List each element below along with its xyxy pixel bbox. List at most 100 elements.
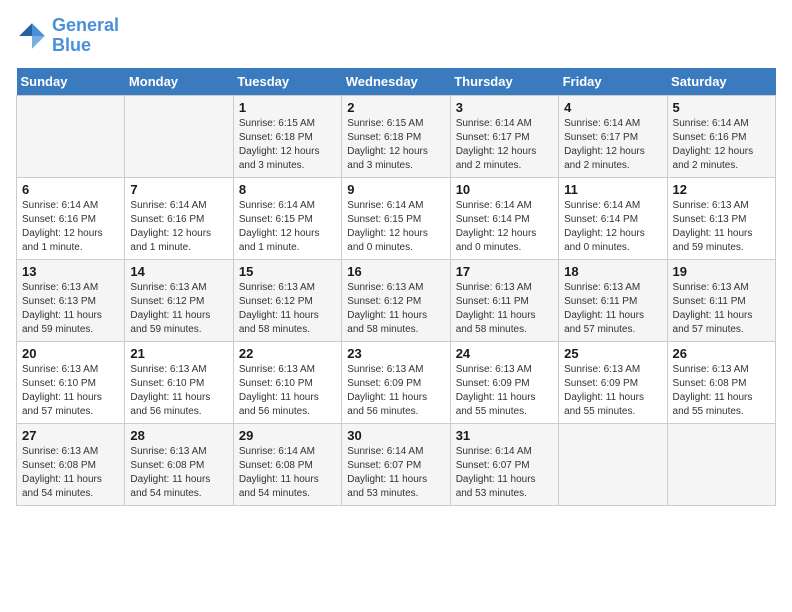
day-info: Sunrise: 6:13 AMSunset: 6:09 PMDaylight:… [456, 363, 553, 419]
day-info: Sunrise: 6:14 AMSunset: 6:14 PMDaylight:… [564, 199, 661, 255]
calendar-cell: 9 Sunrise: 6:14 AMSunset: 6:15 PMDaylight… [342, 177, 450, 259]
day-info: Sunrise: 6:13 AMSunset: 6:11 PMDaylight:… [456, 281, 553, 337]
calendar-cell [125, 95, 233, 177]
day-number: 21 [130, 346, 227, 361]
calendar-cell: 31 Sunrise: 6:14 AMSunset: 6:07 PMDayligh… [450, 423, 558, 505]
calendar-cell: 19 Sunrise: 6:13 AMSunset: 6:11 PMDayligh… [667, 259, 775, 341]
calendar-cell: 26 Sunrise: 6:13 AMSunset: 6:08 PMDayligh… [667, 341, 775, 423]
day-number: 8 [239, 182, 336, 197]
day-number: 10 [456, 182, 553, 197]
day-info: Sunrise: 6:13 AMSunset: 6:08 PMDaylight:… [22, 445, 119, 501]
calendar-cell: 7 Sunrise: 6:14 AMSunset: 6:16 PMDaylight… [125, 177, 233, 259]
day-info: Sunrise: 6:15 AMSunset: 6:18 PMDaylight:… [347, 117, 444, 173]
day-info: Sunrise: 6:14 AMSunset: 6:08 PMDaylight:… [239, 445, 336, 501]
day-info: Sunrise: 6:13 AMSunset: 6:12 PMDaylight:… [130, 281, 227, 337]
weekday-header-monday: Monday [125, 68, 233, 96]
day-info: Sunrise: 6:13 AMSunset: 6:10 PMDaylight:… [22, 363, 119, 419]
weekday-header-friday: Friday [559, 68, 667, 96]
day-number: 28 [130, 428, 227, 443]
day-number: 2 [347, 100, 444, 115]
day-info: Sunrise: 6:14 AMSunset: 6:16 PMDaylight:… [22, 199, 119, 255]
calendar-cell [667, 423, 775, 505]
day-number: 5 [673, 100, 770, 115]
calendar-cell: 21 Sunrise: 6:13 AMSunset: 6:10 PMDayligh… [125, 341, 233, 423]
day-info: Sunrise: 6:14 AMSunset: 6:07 PMDaylight:… [456, 445, 553, 501]
day-number: 1 [239, 100, 336, 115]
calendar-cell: 22Sunrise: 6:13 AMSunset: 6:10 PMDayligh… [233, 341, 341, 423]
logo: General Blue [16, 16, 119, 56]
calendar-row-0: 1 Sunrise: 6:15 AMSunset: 6:18 PMDaylight… [17, 95, 776, 177]
calendar-cell [559, 423, 667, 505]
day-number: 31 [456, 428, 553, 443]
day-info: Sunrise: 6:13 AMSunset: 6:12 PMDaylight:… [347, 281, 444, 337]
calendar-cell: 8 Sunrise: 6:14 AMSunset: 6:15 PMDaylight… [233, 177, 341, 259]
day-info: Sunrise: 6:13 AMSunset: 6:10 PMDaylight:… [239, 363, 336, 419]
day-number: 27 [22, 428, 119, 443]
day-info: Sunrise: 6:13 AMSunset: 6:10 PMDaylight:… [130, 363, 227, 419]
calendar-table: SundayMondayTuesdayWednesdayThursdayFrid… [16, 68, 776, 506]
logo-text: General Blue [52, 16, 119, 56]
calendar-row-1: 6 Sunrise: 6:14 AMSunset: 6:16 PMDaylight… [17, 177, 776, 259]
calendar-cell: 27 Sunrise: 6:13 AMSunset: 6:08 PMDayligh… [17, 423, 125, 505]
calendar-cell: 12Sunrise: 6:13 AMSunset: 6:13 PMDayligh… [667, 177, 775, 259]
day-number: 13 [22, 264, 119, 279]
day-info: Sunrise: 6:13 AMSunset: 6:12 PMDaylight:… [239, 281, 336, 337]
day-number: 6 [22, 182, 119, 197]
day-number: 19 [673, 264, 770, 279]
day-info: Sunrise: 6:14 AMSunset: 6:16 PMDaylight:… [673, 117, 770, 173]
calendar-cell: 1Sunrise: 6:15 AMSunset: 6:18 PMDaylight… [233, 95, 341, 177]
calendar-cell: 5 Sunrise: 6:14 AMSunset: 6:16 PMDaylight… [667, 95, 775, 177]
day-number: 14 [130, 264, 227, 279]
day-info: Sunrise: 6:13 AMSunset: 6:11 PMDaylight:… [564, 281, 661, 337]
day-info: Sunrise: 6:13 AMSunset: 6:08 PMDaylight:… [673, 363, 770, 419]
day-info: Sunrise: 6:13 AMSunset: 6:11 PMDaylight:… [673, 281, 770, 337]
day-number: 15 [239, 264, 336, 279]
calendar-cell: 20Sunrise: 6:13 AMSunset: 6:10 PMDayligh… [17, 341, 125, 423]
day-number: 26 [673, 346, 770, 361]
day-info: Sunrise: 6:13 AMSunset: 6:09 PMDaylight:… [564, 363, 661, 419]
day-info: Sunrise: 6:14 AMSunset: 6:16 PMDaylight:… [130, 199, 227, 255]
day-number: 9 [347, 182, 444, 197]
calendar-cell [17, 95, 125, 177]
day-info: Sunrise: 6:14 AMSunset: 6:17 PMDaylight:… [564, 117, 661, 173]
weekday-header-wednesday: Wednesday [342, 68, 450, 96]
day-number: 17 [456, 264, 553, 279]
day-info: Sunrise: 6:14 AMSunset: 6:14 PMDaylight:… [456, 199, 553, 255]
calendar-cell: 13 Sunrise: 6:13 AMSunset: 6:13 PMDayligh… [17, 259, 125, 341]
calendar-cell: 15 Sunrise: 6:13 AMSunset: 6:12 PMDayligh… [233, 259, 341, 341]
calendar-cell: 25 Sunrise: 6:13 AMSunset: 6:09 PMDayligh… [559, 341, 667, 423]
calendar-row-4: 27 Sunrise: 6:13 AMSunset: 6:08 PMDayligh… [17, 423, 776, 505]
calendar-cell: 10 Sunrise: 6:14 AMSunset: 6:14 PMDayligh… [450, 177, 558, 259]
day-number: 25 [564, 346, 661, 361]
calendar-cell: 2 Sunrise: 6:15 AMSunset: 6:18 PMDaylight… [342, 95, 450, 177]
calendar-cell: 11Sunrise: 6:14 AMSunset: 6:14 PMDayligh… [559, 177, 667, 259]
day-number: 18 [564, 264, 661, 279]
day-info: Sunrise: 6:14 AMSunset: 6:15 PMDaylight:… [347, 199, 444, 255]
day-number: 3 [456, 100, 553, 115]
day-number: 7 [130, 182, 227, 197]
day-info: Sunrise: 6:13 AMSunset: 6:13 PMDaylight:… [673, 199, 770, 255]
weekday-header-thursday: Thursday [450, 68, 558, 96]
calendar-cell: 4Sunrise: 6:14 AMSunset: 6:17 PMDaylight… [559, 95, 667, 177]
day-info: Sunrise: 6:14 AMSunset: 6:17 PMDaylight:… [456, 117, 553, 173]
day-info: Sunrise: 6:13 AMSunset: 6:09 PMDaylight:… [347, 363, 444, 419]
day-number: 16 [347, 264, 444, 279]
day-number: 30 [347, 428, 444, 443]
weekday-header-saturday: Saturday [667, 68, 775, 96]
weekday-header-tuesday: Tuesday [233, 68, 341, 96]
weekday-header-sunday: Sunday [17, 68, 125, 96]
calendar-cell: 6 Sunrise: 6:14 AMSunset: 6:16 PMDaylight… [17, 177, 125, 259]
calendar-cell: 24 Sunrise: 6:13 AMSunset: 6:09 PMDayligh… [450, 341, 558, 423]
weekday-header-row: SundayMondayTuesdayWednesdayThursdayFrid… [17, 68, 776, 96]
day-info: Sunrise: 6:14 AMSunset: 6:15 PMDaylight:… [239, 199, 336, 255]
calendar-cell: 29Sunrise: 6:14 AMSunset: 6:08 PMDayligh… [233, 423, 341, 505]
calendar-row-3: 20Sunrise: 6:13 AMSunset: 6:10 PMDayligh… [17, 341, 776, 423]
calendar-row-2: 13 Sunrise: 6:13 AMSunset: 6:13 PMDayligh… [17, 259, 776, 341]
calendar-cell: 18 Sunrise: 6:13 AMSunset: 6:11 PMDayligh… [559, 259, 667, 341]
calendar-cell: 30Sunrise: 6:14 AMSunset: 6:07 PMDayligh… [342, 423, 450, 505]
day-number: 24 [456, 346, 553, 361]
day-info: Sunrise: 6:13 AMSunset: 6:13 PMDaylight:… [22, 281, 119, 337]
calendar-cell: 3 Sunrise: 6:14 AMSunset: 6:17 PMDaylight… [450, 95, 558, 177]
calendar-cell: 23Sunrise: 6:13 AMSunset: 6:09 PMDayligh… [342, 341, 450, 423]
logo-icon [16, 20, 48, 52]
